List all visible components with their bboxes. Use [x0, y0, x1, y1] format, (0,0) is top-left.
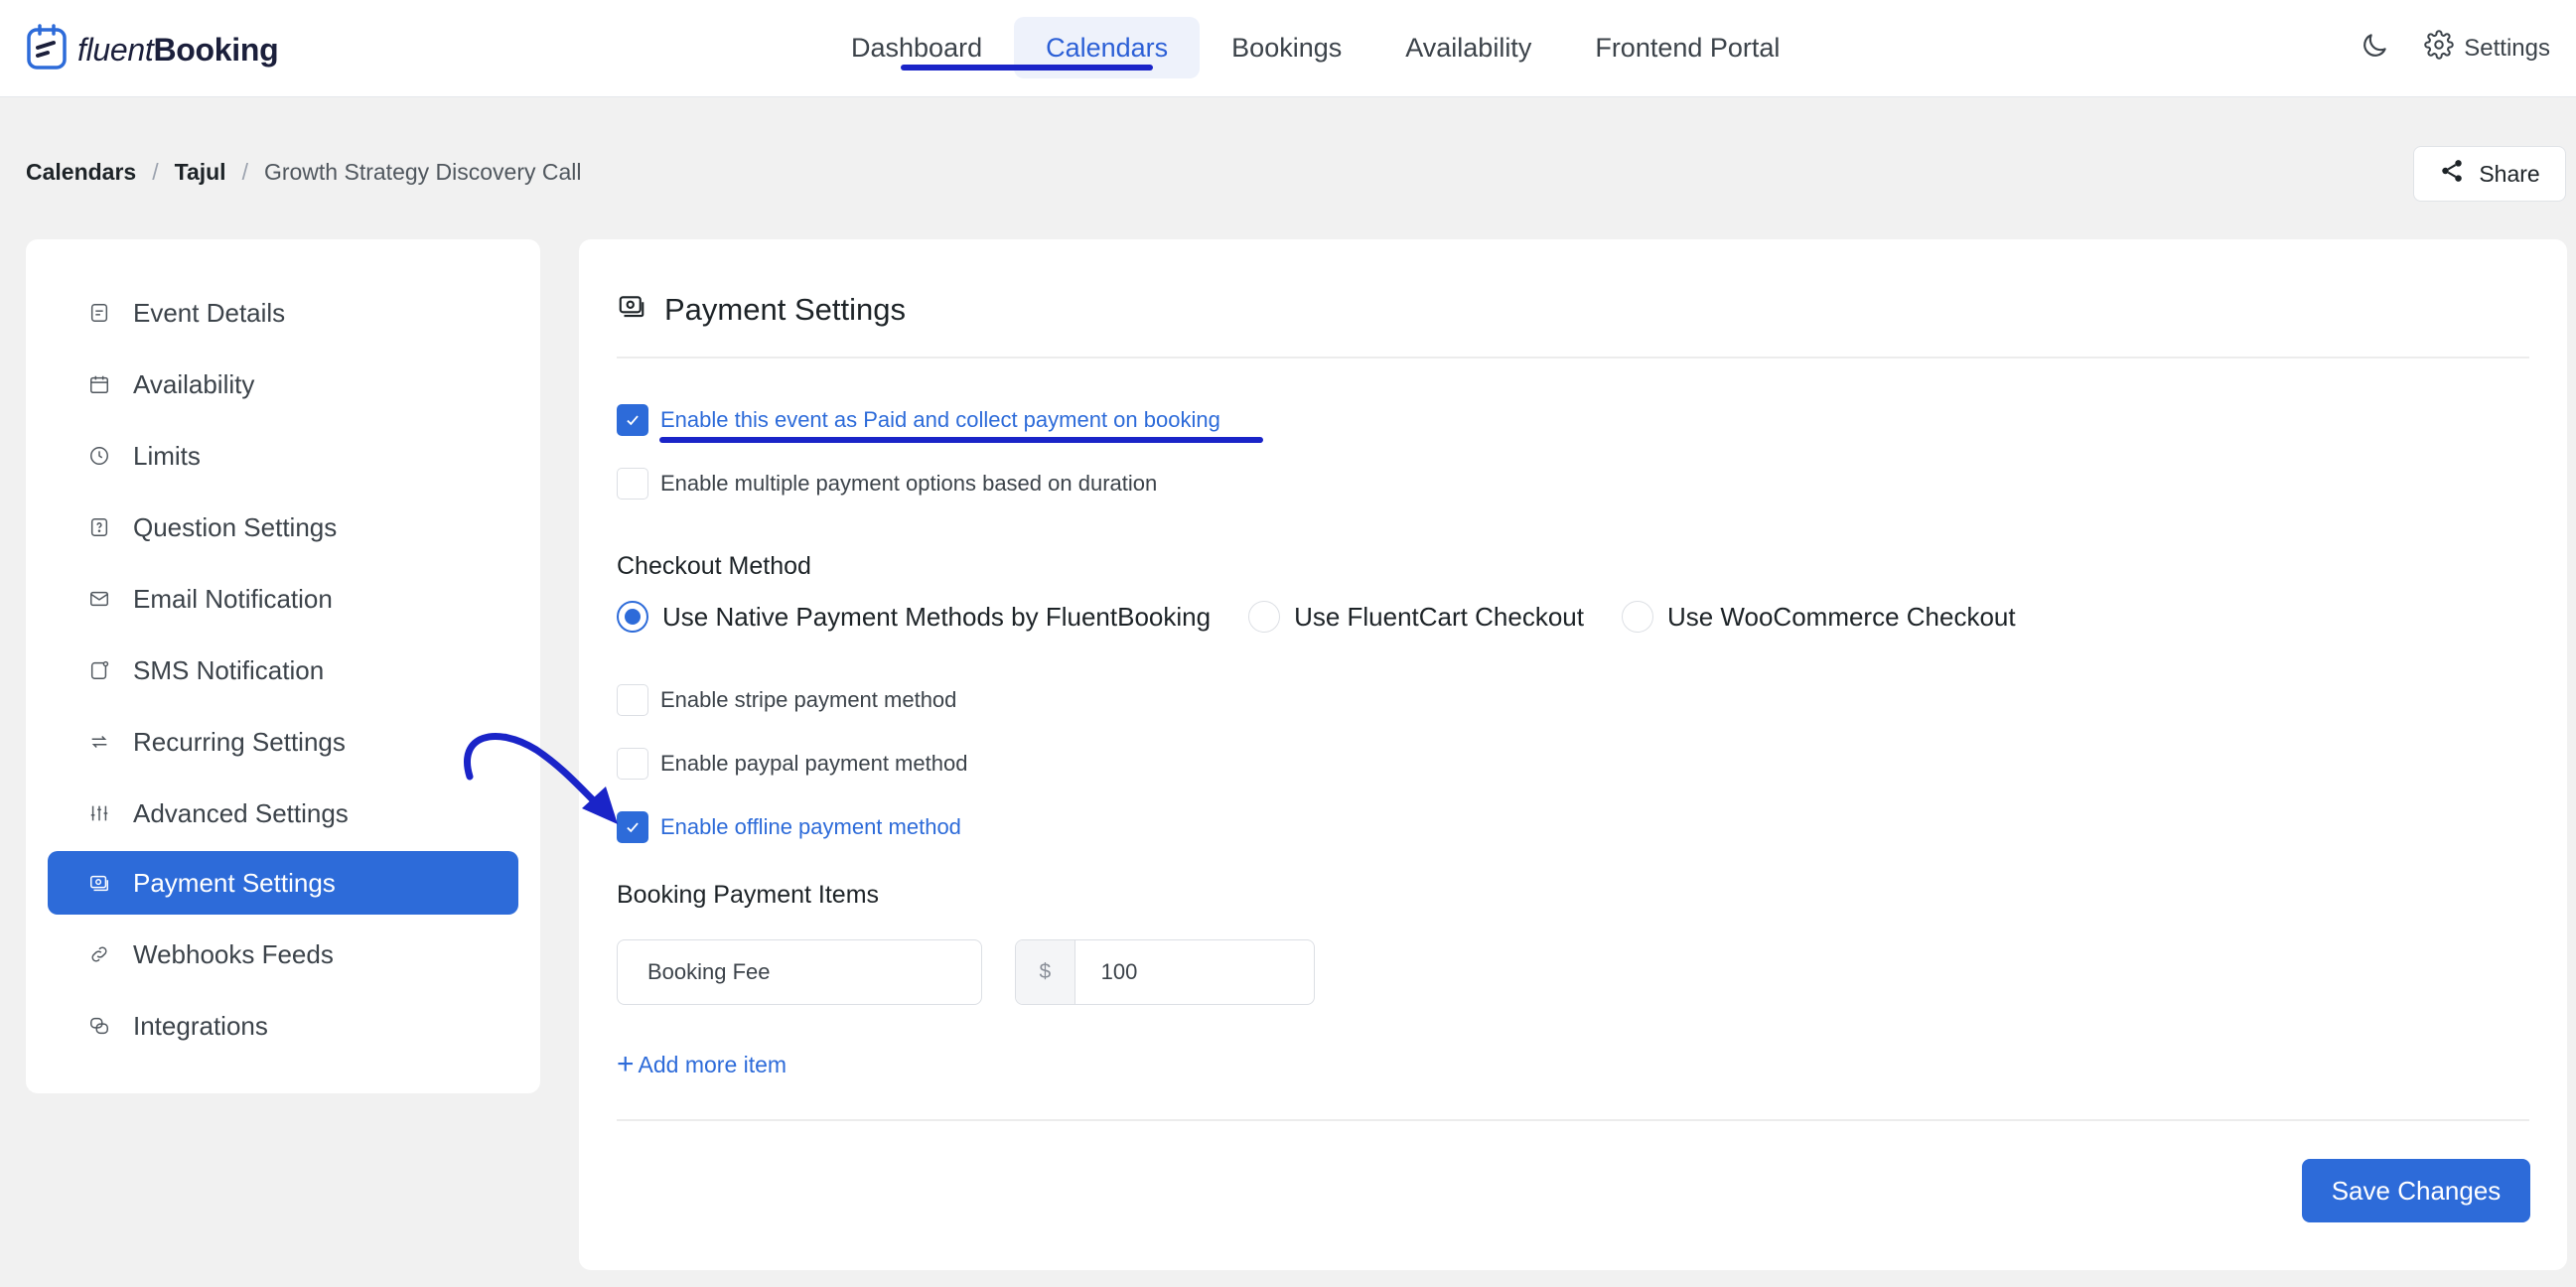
breadcrumb-separator: /	[241, 159, 248, 185]
payment-icon	[617, 291, 646, 329]
checkbox-unchecked[interactable]	[617, 468, 648, 500]
sidebar-item-label: Recurring Settings	[133, 726, 346, 757]
breadcrumb-current: Growth Strategy Discovery Call	[263, 159, 582, 185]
sidebar-item-limits[interactable]: Limits	[48, 424, 518, 488]
stripe-checkbox[interactable]: Enable stripe payment method	[617, 684, 956, 716]
multiple-payment-options-checkbox[interactable]: Enable multiple payment options based on…	[617, 468, 1157, 500]
sidebar-item-label: Limits	[133, 440, 201, 471]
checkbox-unchecked[interactable]	[617, 684, 648, 716]
sidebar-item-label: Payment Settings	[133, 867, 336, 898]
payment-icon	[87, 871, 111, 895]
share-icon	[2439, 158, 2465, 190]
item-amount-input[interactable]	[1074, 940, 1314, 1004]
sidebar-item-recurring-settings[interactable]: Recurring Settings	[48, 710, 518, 774]
settings-label: Settings	[2464, 34, 2550, 62]
item-name-input[interactable]	[618, 940, 981, 1004]
annotation-underline-calendars	[901, 65, 1153, 71]
fluentbooking-logo-icon	[26, 24, 70, 76]
enable-paid-label: Enable this event as Paid and collect pa…	[660, 407, 1220, 432]
sms-icon	[87, 658, 111, 682]
annotation-underline-enable-paid	[659, 437, 1263, 443]
mail-icon	[87, 587, 111, 611]
dark-mode-moon-icon[interactable]	[2359, 30, 2390, 67]
logo-text: fluentBooking	[77, 32, 279, 68]
gear-icon	[2424, 30, 2454, 67]
radio-label: Use WooCommerce Checkout	[1666, 601, 2016, 632]
radio-label: Use Native Payment Methods by FluentBook…	[662, 601, 1212, 632]
breadcrumb-separator: /	[152, 159, 159, 185]
breadcrumb-tajul[interactable]: Tajul	[175, 159, 226, 186]
save-changes-button[interactable]: Save Changes	[2302, 1159, 2530, 1222]
item-name-field[interactable]	[617, 939, 982, 1005]
sidebar-item-payment-settings[interactable]: Payment Settings	[48, 851, 518, 915]
document-icon	[87, 301, 111, 325]
radio-fluentcart-checkout[interactable]: Use FluentCart Checkout	[1248, 601, 1584, 633]
add-more-item-button[interactable]: + Add more item	[617, 1050, 787, 1079]
paypal-checkbox[interactable]: Enable paypal payment method	[617, 748, 967, 780]
page-title: Payment Settings	[664, 292, 906, 327]
enable-paid-checkbox[interactable]: Enable this event as Paid and collect pa…	[617, 404, 1220, 436]
multiple-options-label: Enable multiple payment options based on…	[660, 471, 1158, 496]
sidebar-item-integrations[interactable]: Integrations	[48, 994, 518, 1058]
sidebar-item-label: Question Settings	[133, 511, 338, 542]
offline-payment-checkbox[interactable]: Enable offline payment method	[617, 811, 961, 843]
currency-prefix: $	[1016, 940, 1075, 1004]
sidebar-item-webhooks-feeds[interactable]: Webhooks Feeds	[48, 923, 518, 986]
annotation-arrow-icon	[464, 733, 618, 824]
radio-unselected[interactable]	[1248, 601, 1281, 633]
integrations-icon	[87, 1014, 111, 1038]
offline-label: Enable offline payment method	[660, 814, 961, 839]
sidebar-item-question-settings[interactable]: Question Settings	[48, 496, 518, 559]
footer-divider	[617, 1119, 2529, 1121]
radio-woocommerce-checkout[interactable]: Use WooCommerce Checkout	[1621, 601, 2016, 633]
sidebar-item-label: Integrations	[133, 1010, 268, 1041]
sidebar-item-label: Webhooks Feeds	[133, 938, 334, 969]
checkbox-checked[interactable]	[617, 404, 648, 436]
top-navigation-bar: fluentBooking Dashboard Calendars Bookin…	[0, 0, 2576, 97]
app-logo[interactable]: fluentBooking	[26, 24, 279, 76]
radio-label: Use FluentCart Checkout	[1294, 601, 1584, 632]
radio-selected[interactable]	[617, 601, 648, 633]
radio-native-payment[interactable]: Use Native Payment Methods by FluentBook…	[617, 601, 1211, 633]
sliders-icon	[87, 801, 111, 825]
plus-icon: +	[617, 1048, 635, 1080]
question-icon	[87, 515, 111, 539]
clock-icon	[87, 444, 111, 468]
sidebar-item-advanced-settings[interactable]: Advanced Settings	[48, 782, 518, 845]
share-button[interactable]: Share	[2413, 146, 2566, 202]
item-amount-field[interactable]: $	[1015, 939, 1315, 1005]
sidebar-item-label: Availability	[133, 368, 255, 399]
header-divider	[617, 357, 2529, 358]
sidebar-item-email-notification[interactable]: Email Notification	[48, 567, 518, 631]
sidebar-item-label: Email Notification	[133, 583, 333, 614]
add-more-item-label: Add more item	[638, 1051, 787, 1077]
nav-item-bookings[interactable]: Bookings	[1200, 17, 1373, 78]
sidebar-item-availability[interactable]: Availability	[48, 353, 518, 416]
radio-unselected[interactable]	[1621, 601, 1653, 633]
repeat-icon	[87, 730, 111, 754]
event-settings-sidebar: Event Details Availability Limits Questi…	[26, 239, 540, 1093]
settings-link[interactable]: Settings	[2424, 30, 2550, 67]
sidebar-item-label: Event Details	[133, 297, 286, 328]
payment-settings-card: Payment Settings Enable this event as Pa…	[579, 239, 2567, 1270]
nav-item-availability[interactable]: Availability	[1373, 17, 1563, 78]
sidebar-item-label: SMS Notification	[133, 654, 325, 685]
calendar-icon	[87, 372, 111, 396]
checkout-method-label: Checkout Method	[617, 552, 811, 580]
stripe-label: Enable stripe payment method	[660, 687, 957, 712]
card-header: Payment Settings	[617, 291, 906, 329]
link-icon	[87, 942, 111, 966]
top-right-actions: Settings	[2359, 30, 2550, 67]
checkout-method-radio-group: Use Native Payment Methods by FluentBook…	[617, 601, 2054, 633]
breadcrumb-calendars[interactable]: Calendars	[26, 159, 136, 186]
sidebar-item-event-details[interactable]: Event Details	[48, 281, 518, 345]
sidebar-item-label: Advanced Settings	[133, 797, 349, 828]
paypal-label: Enable paypal payment method	[660, 751, 968, 776]
booking-payment-items-label: Booking Payment Items	[617, 881, 880, 909]
share-label: Share	[2479, 160, 2540, 187]
sidebar-item-sms-notification[interactable]: SMS Notification	[48, 639, 518, 702]
nav-item-frontend-portal[interactable]: Frontend Portal	[1563, 17, 1811, 78]
breadcrumb: Calendars / Tajul / Growth Strategy Disc…	[26, 159, 582, 186]
